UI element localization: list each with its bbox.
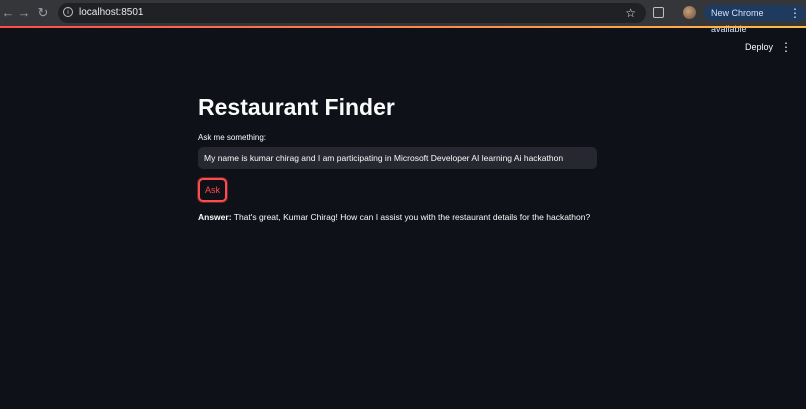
deploy-button[interactable]: Deploy <box>745 42 773 52</box>
site-info-icon[interactable]: i <box>63 7 73 17</box>
question-input-label: Ask me something: <box>198 133 267 142</box>
bookmark-star-icon[interactable]: ☆ <box>625 6 636 20</box>
back-arrow-icon[interactable]: ← <box>0 5 16 21</box>
answer-label: Answer: <box>198 212 232 222</box>
forward-arrow-icon[interactable]: → <box>16 5 32 21</box>
address-bar[interactable]: i localhost:8501 ☆ <box>58 3 646 23</box>
question-input[interactable] <box>198 147 597 169</box>
page-title: Restaurant Finder <box>198 94 395 120</box>
profile-avatar[interactable] <box>683 6 696 19</box>
browser-toolbar: ← → ↻ i localhost:8501 ☆ New Chrome avai… <box>0 0 806 34</box>
answer-text: Answer: That's great, Kumar Chirag! How … <box>198 212 590 222</box>
reload-icon[interactable]: ↻ <box>35 5 51 21</box>
main-menu-icon[interactable]: ⋮ <box>780 40 792 54</box>
chrome-menu-icon[interactable]: ⋮ <box>789 5 801 21</box>
streamlit-decoration-bar <box>0 26 806 28</box>
address-url: localhost:8501 <box>79 7 144 18</box>
ask-button[interactable]: Ask <box>198 178 227 202</box>
extensions-icon[interactable] <box>653 7 664 18</box>
answer-content: That's great, Kumar Chirag! How can I as… <box>233 212 591 222</box>
